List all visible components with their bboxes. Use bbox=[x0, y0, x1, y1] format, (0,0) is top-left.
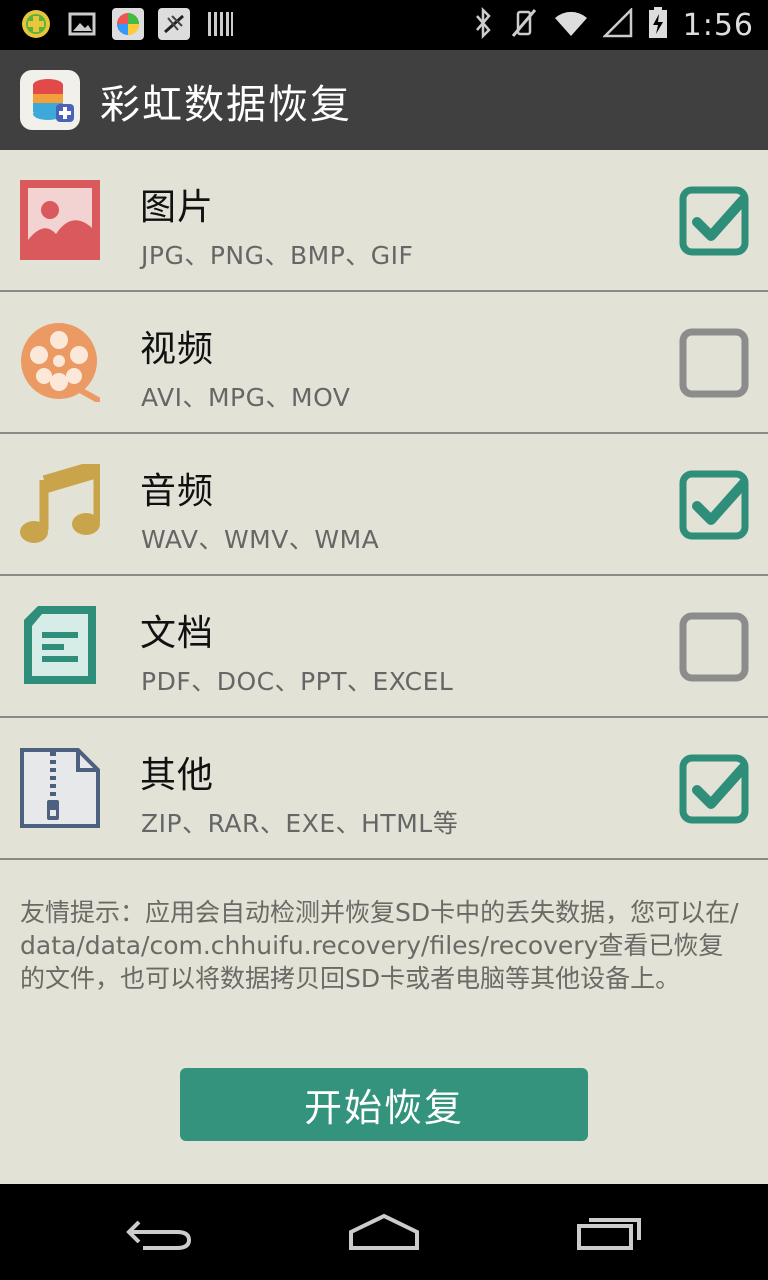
zip-file-icon bbox=[20, 748, 100, 828]
wifi-icon bbox=[553, 8, 589, 42]
document-icon bbox=[20, 606, 100, 686]
category-formats: PDF、DOC、PPT、EXCEL bbox=[141, 667, 454, 696]
others-checkbox[interactable] bbox=[679, 754, 749, 824]
category-row-documents[interactable]: 文档 PDF、DOC、PPT、EXCEL bbox=[0, 576, 768, 718]
battery-charging-icon bbox=[647, 6, 669, 44]
gallery-icon bbox=[66, 8, 98, 40]
category-title: 文档 bbox=[140, 613, 215, 654]
tip-text: 友情提示：应用会自动检测并恢复SD卡中的丢失数据，您可以在/data/data/… bbox=[20, 898, 739, 993]
film-reel-icon bbox=[20, 322, 101, 403]
picture-icon bbox=[20, 180, 100, 260]
category-list: 图片 JPG、PNG、BMP、GIF 视频 AVI、MPG、MOV 音频 WAV… bbox=[0, 150, 768, 860]
category-formats: JPG、PNG、BMP、GIF bbox=[141, 241, 414, 270]
category-title: 其他 bbox=[140, 755, 215, 796]
pictures-checkbox[interactable] bbox=[679, 186, 749, 256]
clock: 1:56 bbox=[682, 7, 754, 43]
muted-app-icon bbox=[158, 8, 190, 40]
videos-checkbox[interactable] bbox=[679, 328, 749, 398]
action-bar: 彩虹数据恢复 bbox=[0, 50, 768, 150]
category-row-audio[interactable]: 音频 WAV、WMV、WMA bbox=[0, 434, 768, 576]
app-colorful-icon bbox=[112, 8, 144, 40]
music-note-icon bbox=[20, 457, 103, 544]
back-icon[interactable] bbox=[110, 1204, 210, 1260]
notification-icons bbox=[20, 8, 236, 40]
category-row-videos[interactable]: 视频 AVI、MPG、MOV bbox=[0, 292, 768, 434]
category-row-pictures[interactable]: 图片 JPG、PNG、BMP、GIF bbox=[0, 150, 768, 292]
category-formats: AVI、MPG、MOV bbox=[141, 383, 351, 412]
barcode-icon bbox=[204, 8, 236, 40]
category-formats: ZIP、RAR、EXE、HTML等 bbox=[141, 809, 459, 838]
bluetooth-icon bbox=[471, 6, 495, 44]
navigation-bar bbox=[0, 1184, 768, 1280]
documents-checkbox[interactable] bbox=[679, 612, 749, 682]
category-row-others[interactable]: 其他 ZIP、RAR、EXE、HTML等 bbox=[0, 718, 768, 860]
vibrate-off-icon bbox=[509, 6, 539, 44]
recent-apps-icon[interactable] bbox=[560, 1204, 660, 1260]
audio-checkbox[interactable] bbox=[679, 470, 749, 540]
category-title: 视频 bbox=[140, 329, 215, 370]
category-title: 图片 bbox=[140, 187, 215, 228]
category-formats: WAV、WMV、WMA bbox=[141, 525, 380, 554]
home-icon[interactable] bbox=[334, 1204, 434, 1260]
app-logo-icon[interactable] bbox=[20, 70, 80, 130]
app-360-icon bbox=[20, 8, 52, 40]
start-recovery-button[interactable]: 开始恢复 bbox=[180, 1068, 588, 1141]
status-bar: 1:56 bbox=[0, 0, 768, 50]
category-title: 音频 bbox=[140, 471, 215, 512]
signal-icon bbox=[601, 6, 633, 42]
app-title: 彩虹数据恢复 bbox=[100, 82, 352, 128]
system-icons: 1:56 bbox=[471, 6, 754, 44]
